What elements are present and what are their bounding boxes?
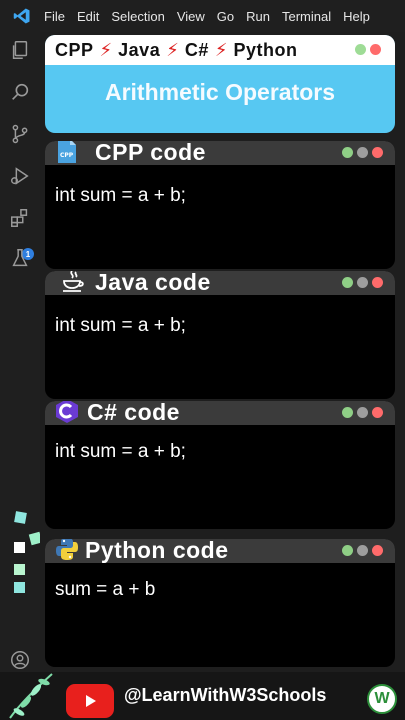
w3schools-logo-icon: W xyxy=(367,684,397,714)
decor-square xyxy=(14,511,27,524)
versus-bolt-icon: ⚡ xyxy=(166,39,179,60)
versus-bolt-icon: ⚡ xyxy=(99,39,113,60)
explorer-icon[interactable] xyxy=(8,38,32,62)
code-line: int sum = a + b; xyxy=(55,315,186,336)
menu-terminal[interactable]: Terminal xyxy=(282,9,331,24)
menu-view[interactable]: View xyxy=(177,9,205,24)
menu-file[interactable]: File xyxy=(44,9,65,24)
youtube-logo-icon[interactable] xyxy=(66,684,114,718)
cpp-file-icon: CPP xyxy=(53,141,81,165)
run-debug-icon[interactable] xyxy=(8,164,32,188)
search-icon[interactable] xyxy=(8,80,32,104)
channel-handle[interactable]: @LearnWithW3Schools xyxy=(124,685,326,706)
window-dot-grey[interactable] xyxy=(357,545,368,556)
window-dot-red[interactable] xyxy=(372,407,383,418)
menu-bar: File Edit Selection View Go Run Terminal… xyxy=(0,0,405,32)
panel-title: Java code xyxy=(95,271,211,295)
svg-text:CPP: CPP xyxy=(60,152,74,159)
lang-cpp: CPP xyxy=(55,39,94,60)
window-dot-grey[interactable] xyxy=(357,407,368,418)
window-dot-green[interactable] xyxy=(355,44,366,55)
extensions-icon[interactable] xyxy=(8,206,32,230)
window-dot-grey[interactable] xyxy=(357,277,368,288)
window-controls xyxy=(355,44,381,55)
testing-icon[interactable] xyxy=(8,246,32,270)
decor-square xyxy=(14,564,25,575)
activity-bar: 1 xyxy=(0,32,40,720)
csharp-code-panel: C# code int sum = a + b; xyxy=(45,401,395,529)
java-coffee-icon xyxy=(59,271,87,295)
vscode-logo-icon[interactable] xyxy=(0,0,44,32)
versus-bolt-icon: ⚡ xyxy=(214,39,228,60)
window-controls xyxy=(342,407,383,418)
cpp-code-panel: CPP CPP code int sum = a + b; xyxy=(45,141,395,269)
panel-title: Python code xyxy=(85,539,229,563)
panel-title: CPP code xyxy=(95,141,206,165)
window-controls xyxy=(342,147,383,158)
code-line: int sum = a + b; xyxy=(55,441,186,462)
leaf-decoration-icon xyxy=(6,668,58,720)
window-dot-red[interactable] xyxy=(372,147,383,158)
language-strip: CPP ⚡ Java ⚡ C# ⚡ Python xyxy=(45,35,395,65)
decor-square xyxy=(14,582,25,593)
lang-python: Python xyxy=(233,39,298,60)
window-dot-red[interactable] xyxy=(370,44,381,55)
decor-square xyxy=(14,542,25,553)
python-icon xyxy=(53,539,81,563)
window-controls xyxy=(342,545,383,556)
window-dot-green[interactable] xyxy=(342,545,353,556)
menu-run[interactable]: Run xyxy=(246,9,270,24)
window-dot-green[interactable] xyxy=(342,277,353,288)
python-code-panel: Python code sum = a + b xyxy=(45,539,395,667)
window-controls xyxy=(342,277,383,288)
page-title: Arithmetic Operators xyxy=(104,79,336,105)
menu-selection[interactable]: Selection xyxy=(111,9,164,24)
window-dot-red[interactable] xyxy=(372,545,383,556)
window-dot-grey[interactable] xyxy=(357,147,368,158)
title-card: CPP ⚡ Java ⚡ C# ⚡ Python Arithmetic Oper… xyxy=(45,35,395,133)
lang-csharp: C# xyxy=(184,39,209,60)
panel-title: C# code xyxy=(87,401,180,425)
menu-go[interactable]: Go xyxy=(217,9,234,24)
code-line: int sum = a + b; xyxy=(55,185,186,206)
lang-java: Java xyxy=(118,39,161,60)
window-dot-red[interactable] xyxy=(372,277,383,288)
code-line: sum = a + b xyxy=(55,579,156,600)
java-code-panel: Java code int sum = a + b; xyxy=(45,271,395,399)
source-control-icon[interactable] xyxy=(8,122,32,146)
csharp-icon xyxy=(53,401,81,425)
window-dot-green[interactable] xyxy=(342,407,353,418)
window-dot-green[interactable] xyxy=(342,147,353,158)
menu-edit[interactable]: Edit xyxy=(77,9,99,24)
menu-help[interactable]: Help xyxy=(343,9,370,24)
